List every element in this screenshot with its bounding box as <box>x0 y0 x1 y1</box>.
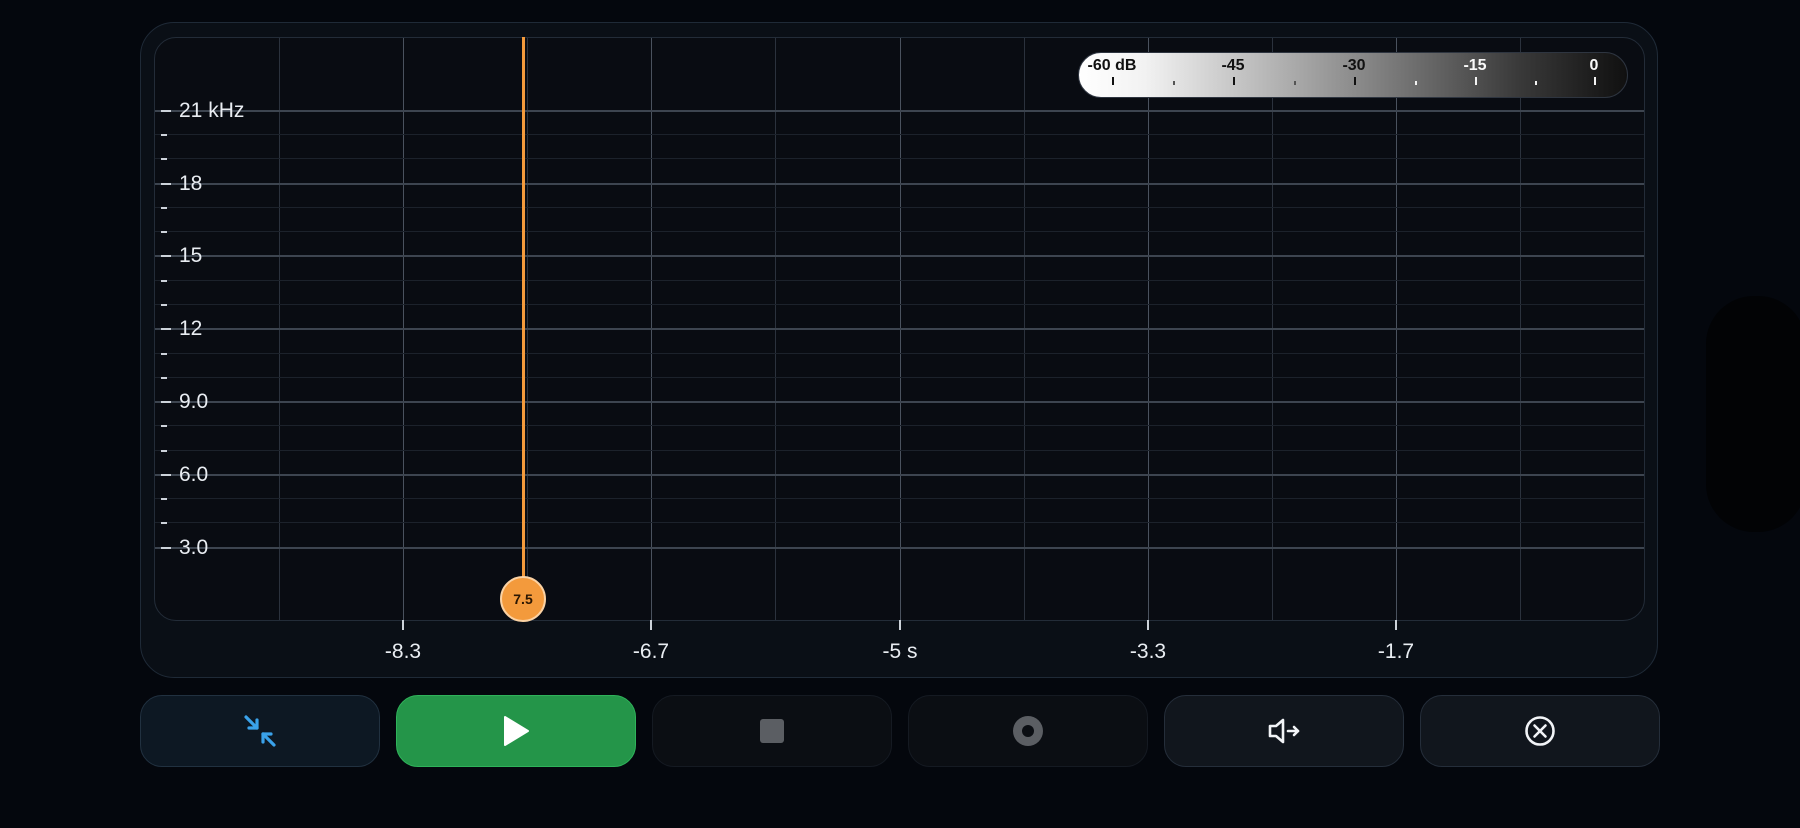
db-scale-label: -30 <box>1342 57 1366 74</box>
db-scale-tick <box>1233 77 1235 85</box>
stop-button[interactable] <box>652 695 892 767</box>
y-tick <box>161 353 167 355</box>
x-axis-label: -1.7 <box>1377 640 1415 663</box>
close-button[interactable] <box>1420 695 1660 767</box>
y-tick <box>161 450 167 452</box>
audio-route-button[interactable] <box>1164 695 1404 767</box>
db-scale-tick <box>1475 77 1477 85</box>
record-icon <box>1013 716 1043 746</box>
playhead-handle[interactable]: 7.5 <box>500 576 546 622</box>
grid-hline <box>155 498 1644 499</box>
grid-hline <box>155 474 1644 476</box>
y-tick <box>161 231 167 233</box>
y-tick <box>161 328 171 330</box>
x-tick <box>1395 620 1397 630</box>
db-scale-label: -45 <box>1221 57 1245 74</box>
y-axis-label-top: 21 kHz <box>179 99 245 122</box>
y-axis-label: 15 <box>179 244 203 267</box>
grid-hline <box>155 255 1644 257</box>
y-tick <box>161 522 167 524</box>
db-scale-tick <box>1354 77 1356 85</box>
db-scale-tick <box>1112 77 1114 85</box>
x-tick <box>1147 620 1149 630</box>
grid-hline <box>155 547 1644 549</box>
y-tick <box>161 134 167 136</box>
db-scale-label: -60 dB <box>1087 57 1137 74</box>
x-axis-label: -6.7 <box>632 640 670 663</box>
y-tick <box>161 547 171 549</box>
grid-hline <box>155 110 1644 112</box>
x-tick <box>402 620 404 630</box>
grid-hline <box>155 304 1644 305</box>
db-scale-tick <box>1415 81 1417 85</box>
grid-hline <box>155 401 1644 403</box>
grid-hline <box>155 158 1644 159</box>
db-scale-tick <box>1535 81 1537 85</box>
db-scale-bar: -60 dB -45 -30 -15 0 <box>1078 52 1628 98</box>
y-tick <box>161 304 167 306</box>
y-tick <box>161 207 167 209</box>
y-tick <box>161 158 167 160</box>
stop-icon <box>760 719 784 743</box>
spectrogram-plot[interactable]: 21 kHz 18 15 12 9.0 6.0 3.0 <box>154 37 1645 621</box>
x-axis-label: -8.3 <box>384 640 422 663</box>
x-axis-label: -5 s <box>882 640 918 663</box>
y-axis-label: 6.0 <box>179 463 209 486</box>
play-button[interactable] <box>396 695 636 767</box>
grid-hline <box>155 328 1644 330</box>
y-axis-label: 18 <box>179 172 203 195</box>
x-tick <box>650 620 652 630</box>
grid-hline <box>155 353 1644 354</box>
y-tick <box>161 425 167 427</box>
db-scale-label: 0 <box>1589 57 1599 74</box>
playhead-line[interactable] <box>522 37 525 587</box>
db-scale-tick <box>1173 81 1175 85</box>
y-axis-label: 12 <box>179 317 203 340</box>
y-tick <box>161 401 171 403</box>
close-circle-icon <box>1525 716 1555 746</box>
y-tick <box>161 255 171 257</box>
grid-hline <box>155 183 1644 185</box>
y-tick <box>161 498 167 500</box>
side-handle[interactable] <box>1706 296 1800 532</box>
grid-hline <box>155 522 1644 523</box>
x-axis-label: -3.3 <box>1129 640 1167 663</box>
y-tick <box>161 110 171 112</box>
grid-hline <box>155 425 1644 426</box>
grid-hline <box>155 207 1644 208</box>
y-tick <box>161 377 167 379</box>
collapse-button[interactable] <box>140 695 380 767</box>
play-icon <box>504 716 529 746</box>
y-tick <box>161 280 167 282</box>
grid-hline <box>155 231 1644 232</box>
collapse-arrows-icon <box>244 715 276 747</box>
y-tick <box>161 474 171 476</box>
playhead-value: 7.5 <box>513 591 533 607</box>
x-tick <box>899 620 901 630</box>
db-scale-label: -15 <box>1463 57 1487 74</box>
y-axis-label: 9.0 <box>179 390 209 413</box>
record-button[interactable] <box>908 695 1148 767</box>
y-axis-label: 3.0 <box>179 536 209 559</box>
speaker-route-icon <box>1268 718 1300 744</box>
y-tick <box>161 183 171 185</box>
grid-hline <box>155 450 1644 451</box>
grid-hline <box>155 377 1644 378</box>
db-scale-tick <box>1594 77 1596 85</box>
grid-hline <box>155 134 1644 135</box>
db-scale-tick <box>1294 81 1296 85</box>
grid-hline <box>155 280 1644 281</box>
